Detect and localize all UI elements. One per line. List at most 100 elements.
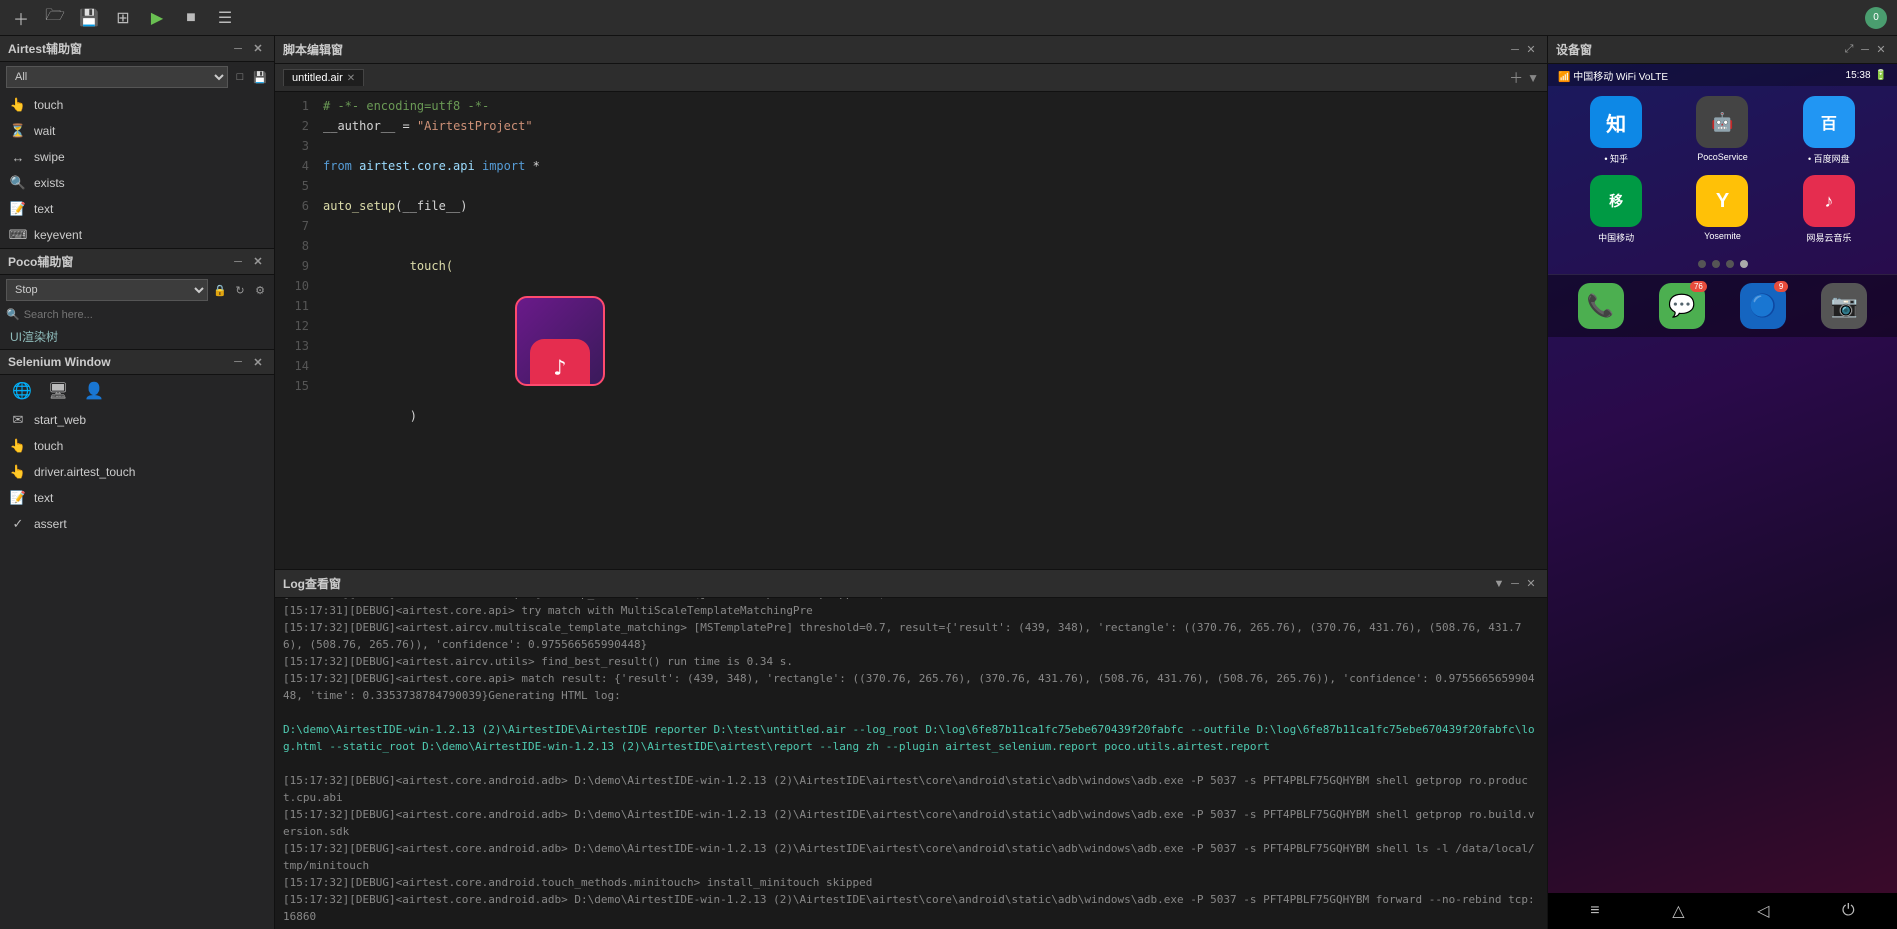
tab-add-btn[interactable]: ＋ — [1509, 68, 1523, 88]
zhihu-icon: 知 — [1590, 96, 1642, 148]
log-panel: Log查看窗 ▼ ─ ✕ [15:17:31][DEBUG]<airtest.u… — [275, 569, 1547, 929]
selenium-item-assert[interactable]: ✓ assert — [0, 511, 274, 537]
code-line-3 — [323, 136, 1539, 156]
code-line-4: from airtest.core.api import * — [323, 156, 1539, 176]
nav-back-btn[interactable]: ◁ — [1757, 901, 1769, 921]
airtest-title: Airtest辅助窗 — [8, 40, 230, 57]
dock-messages[interactable]: 💬 76 — [1659, 283, 1705, 329]
poco-search-input[interactable] — [24, 309, 268, 321]
selenium-item-text[interactable]: 📝 text — [0, 485, 274, 511]
dock-camera[interactable]: 📷 — [1821, 283, 1867, 329]
poco-header: Poco辅助窗 ─ ✕ — [0, 249, 274, 275]
selenium-item-driver-touch[interactable]: 👆 driver.airtest_touch — [0, 459, 274, 485]
poco-minimize-btn[interactable]: ─ — [230, 254, 246, 270]
log-content[interactable]: [15:17:31][DEBUG]<airtest.utils.nbsp> [m… — [275, 598, 1547, 929]
log-line: [15:17:32][DEBUG]<airtest.core.android.t… — [283, 874, 1539, 891]
code-line-15 — [323, 566, 1539, 569]
log-filter-btn[interactable]: ▼ — [1491, 576, 1507, 592]
script-editor: 脚本编辑窗 ─ ✕ untitled.air ✕ ＋ ▼ 12345 67891… — [275, 36, 1547, 569]
code-line-10 — [323, 466, 1539, 486]
airtest-filter-dropdown[interactable]: All Android iOS — [6, 66, 228, 88]
poco-title: Poco辅助窗 — [8, 253, 230, 270]
code-area: 12345 678910 1112131415 # -*- encoding=u… — [275, 92, 1547, 569]
nav-menu-btn[interactable]: ≡ — [1590, 902, 1599, 920]
device-detach-btn[interactable]: ⤢ — [1841, 42, 1857, 58]
app-item-zhihu[interactable]: 知 • 知乎 — [1568, 96, 1664, 165]
poco-settings-icon[interactable]: ⚙ — [252, 282, 268, 298]
airtest-close-btn[interactable]: ✕ — [250, 41, 266, 57]
notification-badge: 0 — [1865, 7, 1887, 29]
app-image-thumbnail: ♪ 网易云音乐 — [515, 296, 605, 386]
airtest-items: 👆 touch ⏳ wait ↔ swipe 🔍 exists 📝 t — [0, 92, 274, 248]
code-content[interactable]: # -*- encoding=utf8 -*- __author__ = "Ai… — [315, 92, 1547, 569]
nav-power-btn[interactable]: ⏻ — [1842, 902, 1855, 920]
selenium-item-start-web[interactable]: ✉ start_web — [0, 407, 274, 433]
selenium-close-btn[interactable]: ✕ — [250, 354, 266, 370]
poco-app-label: PocoService — [1697, 152, 1748, 162]
china-mobile-icon: 移 — [1590, 175, 1642, 227]
new-file-icon[interactable]: ＋ — [10, 7, 32, 29]
tab-scroll-arrow[interactable]: ▼ — [1527, 71, 1539, 85]
log-close-btn[interactable]: ✕ — [1523, 576, 1539, 592]
device-minimize-btn[interactable]: ─ — [1857, 42, 1873, 58]
selenium-user-icon[interactable]: 👤 — [82, 379, 106, 403]
log-line: [15:17:32][DEBUG]<airtest.core.android.a… — [283, 772, 1539, 806]
save-icon[interactable]: 💾 — [78, 7, 100, 29]
stop-icon[interactable]: ■ — [180, 7, 202, 29]
log-title: Log查看窗 — [283, 575, 1491, 592]
log-minimize-btn[interactable]: ─ — [1507, 576, 1523, 592]
editor-minimize-btn[interactable]: ─ — [1507, 42, 1523, 58]
open-folder-icon[interactable]: 🗁 — [44, 7, 66, 29]
airtest-item-touch[interactable]: 👆 touch — [0, 92, 274, 118]
run-icon[interactable]: ▶ — [146, 7, 168, 29]
app-item-china-mobile[interactable]: 移 中国移动 — [1568, 175, 1664, 244]
poco-dropdown-row: Stop Android iOS Unity3D 🔒 ↻ ⚙ — [0, 275, 274, 305]
poco-device-dropdown[interactable]: Stop Android iOS Unity3D — [6, 279, 208, 301]
main-layout: Airtest辅助窗 ─ ✕ All Android iOS □ 💾 👆 to — [0, 36, 1897, 929]
phone-status-bar: 📶 中国移动 WiFi VoLTE 15:38 🔋 — [1548, 64, 1897, 86]
center-panel: 脚本编辑窗 ─ ✕ untitled.air ✕ ＋ ▼ 12345 67891… — [275, 36, 1547, 929]
airtest-swipe-label: swipe — [34, 150, 65, 164]
tab-close-btn[interactable]: ✕ — [347, 73, 355, 84]
dock-phone[interactable]: 📞 — [1578, 283, 1624, 329]
selenium-window-icon[interactable]: 🖥 — [46, 379, 70, 403]
dock-browser[interactable]: 🔵 9 — [1740, 283, 1786, 329]
selenium-header: Selenium Window ─ ✕ — [0, 350, 274, 375]
tab-untitled[interactable]: untitled.air ✕ — [283, 69, 364, 86]
selenium-assert-label: assert — [34, 517, 67, 531]
airtest-new-icon[interactable]: □ — [232, 69, 248, 85]
selenium-touch-icon: 👆 — [10, 438, 26, 454]
poco-tree-item[interactable]: UI渲染树 — [0, 324, 274, 349]
poco-close-btn[interactable]: ✕ — [250, 254, 266, 270]
save-all-icon[interactable]: ⊞ — [112, 7, 134, 29]
poco-lock-icon[interactable]: 🔒 — [212, 282, 228, 298]
selenium-item-touch[interactable]: 👆 touch — [0, 433, 274, 459]
poco-refresh-icon[interactable]: ↻ — [232, 282, 248, 298]
app-item-netease[interactable]: ♪ 网易云音乐 — [1781, 175, 1877, 244]
airtest-item-exists[interactable]: 🔍 exists — [0, 170, 274, 196]
airtest-minimize-btn[interactable]: ─ — [230, 41, 246, 57]
code-line-11 — [323, 486, 1539, 506]
log-line: [15:17:32][DEBUG]<airtest.aircv.multisca… — [283, 619, 1539, 653]
nav-home-btn[interactable]: △ — [1672, 901, 1684, 921]
editor-close-btn[interactable]: ✕ — [1523, 42, 1539, 58]
log-line: [15:17:31][DEBUG]<airtest.core.api> try … — [283, 602, 1539, 619]
menu-icon[interactable]: ☰ — [214, 7, 236, 29]
airtest-item-keyevent[interactable]: ⌨ keyevent — [0, 222, 274, 248]
device-screen: 📶 中国移动 WiFi VoLTE 15:38 🔋 知 • 知乎 — [1548, 64, 1897, 929]
log-line: [15:17:32][DEBUG]<airtest.core.android.a… — [283, 891, 1539, 925]
airtest-item-wait[interactable]: ⏳ wait — [0, 118, 274, 144]
app-item-yosemite[interactable]: Y Yosemite — [1674, 175, 1770, 244]
airtest-exists-label: exists — [34, 176, 65, 190]
device-header: 设备窗 ⤢ ─ ✕ — [1548, 36, 1897, 64]
airtest-save-icon[interactable]: 💾 — [252, 69, 268, 85]
dot-2 — [1712, 260, 1720, 268]
airtest-item-swipe[interactable]: ↔ swipe — [0, 144, 274, 170]
airtest-item-text[interactable]: 📝 text — [0, 196, 274, 222]
app-item-baidu[interactable]: 百 • 百度网盘 — [1781, 96, 1877, 165]
app-item-poco[interactable]: 🤖 PocoService — [1674, 96, 1770, 165]
selenium-globe-icon[interactable]: 🌐 — [10, 379, 34, 403]
code-line-13 — [323, 526, 1539, 546]
selenium-minimize-btn[interactable]: ─ — [230, 354, 246, 370]
device-close-btn[interactable]: ✕ — [1873, 42, 1889, 58]
